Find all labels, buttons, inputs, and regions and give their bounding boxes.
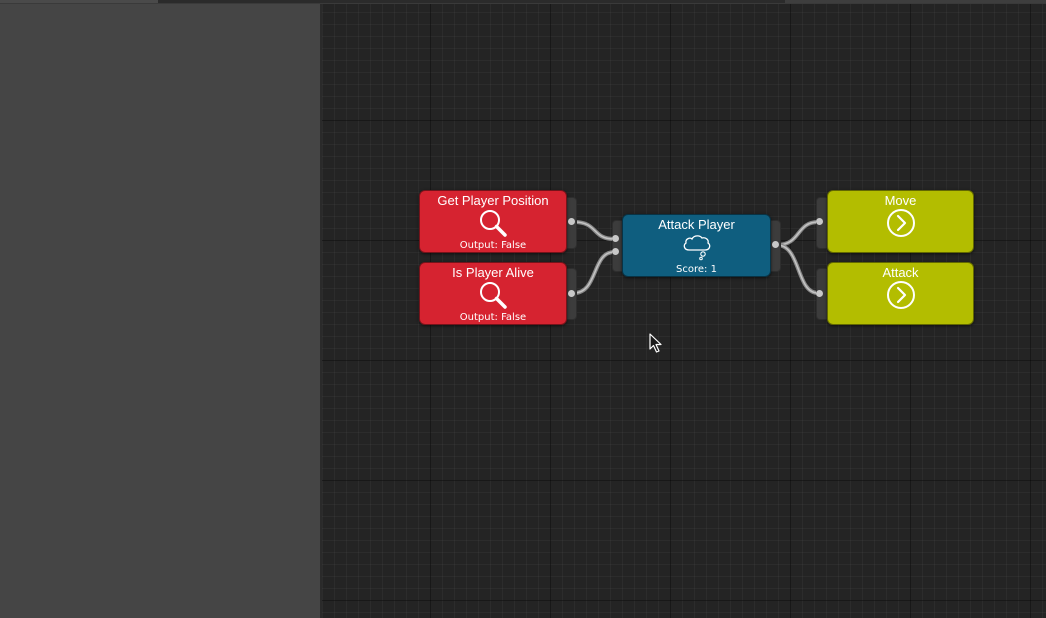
node-attack-player[interactable]: Attack Player Score: 1 (622, 214, 771, 277)
node-output-label: Output: False (459, 312, 527, 323)
input-port[interactable] (612, 248, 619, 255)
node-title: Attack (882, 265, 919, 280)
node-output-label: Output: False (459, 240, 527, 251)
input-port[interactable] (816, 218, 823, 225)
input-port[interactable] (816, 290, 823, 297)
tab-strip-right[interactable] (785, 0, 1046, 3)
node-title: Get Player Position (437, 193, 549, 208)
output-port[interactable] (568, 290, 575, 297)
node-title: Move (884, 193, 917, 208)
magnifier-icon (478, 280, 508, 315)
node-attack[interactable]: Attack (827, 262, 974, 325)
node-title: Attack Player (658, 217, 735, 232)
mouse-cursor-icon (649, 333, 663, 358)
node-score-label: Score: 1 (676, 264, 717, 275)
inspector-panel (0, 4, 320, 618)
node-title: Is Player Alive (452, 265, 534, 280)
thought-bubble-icon (681, 233, 713, 266)
arrow-circle-icon (886, 280, 916, 315)
magnifier-icon (478, 208, 508, 243)
output-port[interactable] (772, 241, 779, 248)
node-is-player-alive[interactable]: Is Player Alive Output: False (419, 262, 567, 325)
tab-strip-left[interactable] (0, 0, 158, 3)
input-port[interactable] (612, 235, 619, 242)
arrow-circle-icon (886, 208, 916, 243)
node-get-player-position[interactable]: Get Player Position Output: False (419, 190, 567, 253)
output-port[interactable] (568, 218, 575, 225)
node-move[interactable]: Move (827, 190, 974, 253)
